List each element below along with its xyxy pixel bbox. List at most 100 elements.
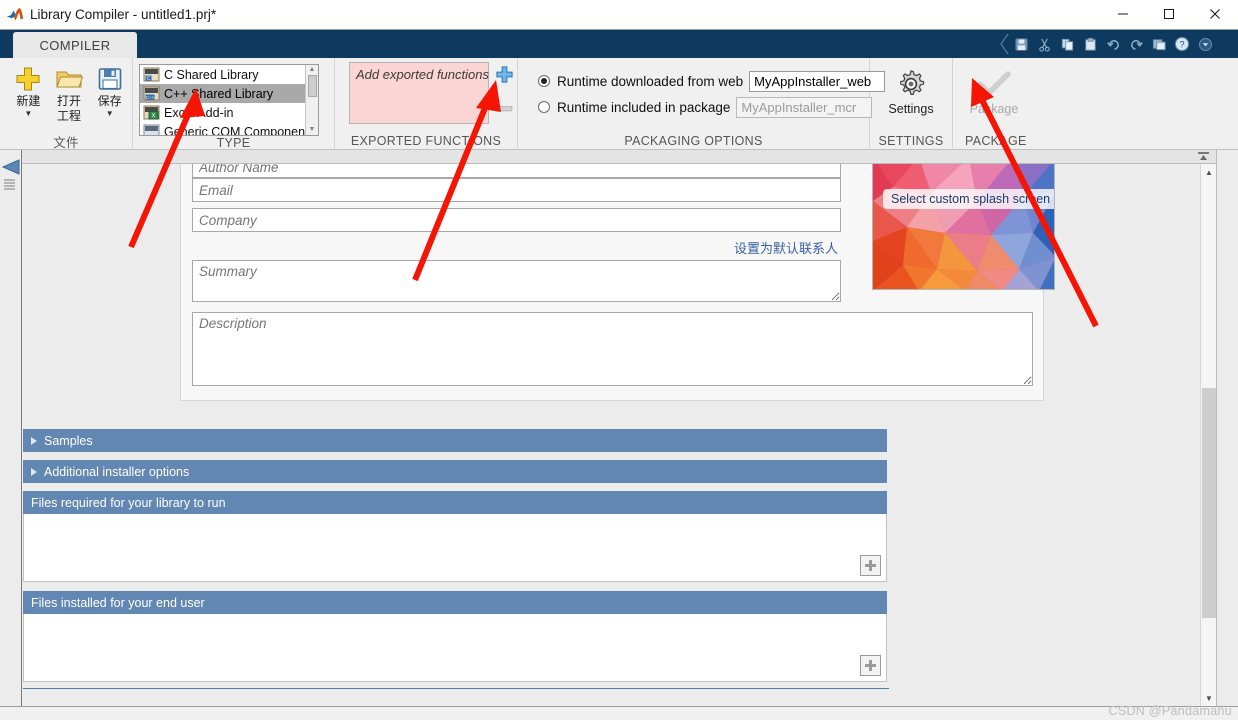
add-installed-file-button[interactable] [860, 655, 881, 676]
minimize-ribbon-icon[interactable] [1197, 151, 1210, 163]
library-information-card: 设置为默认联系人 [180, 164, 1055, 401]
ribbon-group-settings-label: SETTINGS [878, 134, 944, 148]
runtime-included-radio[interactable] [538, 101, 550, 113]
maximize-button[interactable] [1146, 0, 1192, 29]
collapse-panel-icon[interactable] [1, 158, 21, 176]
exported-functions-list[interactable]: Add exported functions [349, 62, 489, 124]
svg-text:C: C [147, 76, 151, 82]
cut-icon[interactable] [1033, 33, 1055, 55]
email-input[interactable] [192, 178, 841, 202]
save-icon[interactable] [1010, 33, 1032, 55]
paste-icon[interactable] [1079, 33, 1101, 55]
package-button-label: Package [969, 102, 1019, 116]
new-project-button[interactable]: 新建 ▼ [12, 62, 45, 118]
com-component-icon [143, 124, 160, 135]
section-divider [23, 688, 889, 689]
chevron-right-icon [31, 467, 37, 476]
runtime-web-option-row[interactable]: Runtime downloaded from web [538, 68, 886, 94]
scroll-up-icon[interactable]: ▲ [309, 66, 316, 74]
library-type-scrollbar[interactable]: ▲ ▼ [305, 65, 318, 135]
matlab-logo-icon [0, 0, 30, 30]
library-type-label: C++ Shared Library [164, 86, 274, 101]
title-bar: Library Compiler - untitled1.prj* [0, 0, 1238, 30]
author-name-input[interactable] [192, 164, 841, 178]
library-type-option-cpp[interactable]: C++ C++ Shared Library [140, 84, 305, 103]
qat-bracket-icon [1000, 33, 1009, 55]
help-icon[interactable]: ? [1171, 33, 1193, 55]
tab-compiler[interactable]: COMPILER [13, 32, 137, 58]
ribbon-group-type: C C Shared Library C++ C++ Shared Librar… [133, 58, 335, 150]
package-button[interactable]: Package [961, 62, 1027, 116]
chevron-down-icon[interactable]: ▼ [106, 109, 114, 118]
additional-installer-options-section-header[interactable]: Additional installer options [23, 460, 887, 483]
c-library-icon: C [143, 67, 160, 82]
close-button[interactable] [1192, 0, 1238, 29]
chevron-down-icon[interactable]: ▼ [24, 109, 32, 118]
content-scrollbar[interactable]: ▲ ▼ [1200, 164, 1216, 706]
copy-icon[interactable] [1056, 33, 1078, 55]
plus-icon [865, 660, 876, 671]
installer-mcr-name-input[interactable] [736, 96, 873, 118]
ribbon-group-package: Package PACKAGE [953, 58, 1238, 150]
ribbon-group-packaging-options-label: PACKAGING OPTIONS [624, 134, 763, 148]
files-installed-section-header: Files installed for your end user [23, 591, 887, 614]
dropdown-icon[interactable] [1194, 33, 1216, 55]
company-input[interactable] [192, 208, 841, 232]
scroll-thumb[interactable] [307, 75, 317, 97]
files-required-list[interactable] [23, 514, 887, 582]
minimize-button[interactable] [1100, 0, 1146, 29]
runtime-web-radio[interactable] [538, 75, 550, 87]
add-required-file-button[interactable] [860, 555, 881, 576]
set-default-contact-link[interactable]: 设置为默认联系人 [734, 238, 838, 257]
library-settings-panel: 设置为默认联系人 [23, 164, 1200, 706]
exported-functions-placeholder: Add exported functions [356, 67, 489, 82]
select-splash-screen-button[interactable]: Select custom splash screen [883, 189, 1054, 209]
installer-web-name-input[interactable] [749, 70, 886, 92]
redo-icon[interactable] [1125, 33, 1147, 55]
open-project-label-2: 工程 [57, 109, 82, 123]
scroll-down-icon[interactable]: ▼ [309, 126, 316, 134]
scrollbar-thumb[interactable] [1202, 388, 1216, 618]
window-layout-icon[interactable] [1148, 33, 1170, 55]
new-project-label: 新建 [16, 94, 41, 108]
plus-icon [14, 64, 42, 94]
ribbon: 新建 ▼ 打开 工程 保存 ▼ 文件 C C Shared Library C+… [0, 58, 1238, 150]
samples-section-title: Samples [44, 433, 93, 448]
ribbon-group-exported-functions-label: EXPORTED FUNCTIONS [350, 134, 502, 148]
ribbon-group-file-label: 文件 [53, 135, 79, 150]
files-required-section-header: Files required for your library to run [23, 491, 887, 514]
plus-icon [495, 65, 513, 83]
scroll-up-icon[interactable]: ▲ [1201, 164, 1216, 180]
folder-icon [55, 64, 83, 94]
gear-icon [900, 70, 925, 95]
ribbon-group-settings: Settings SETTINGS [870, 58, 953, 150]
open-project-button[interactable]: 打开 工程 [53, 62, 86, 124]
chevron-right-icon [31, 436, 37, 445]
workspace: 设置为默认联系人 [0, 150, 1238, 720]
library-type-option-c[interactable]: C C Shared Library [140, 65, 305, 84]
runtime-included-option-row[interactable]: Runtime included in package [538, 94, 885, 120]
remove-function-button[interactable] [493, 98, 515, 118]
library-type-option-com[interactable]: Generic COM Component [140, 122, 305, 135]
files-installed-list[interactable] [23, 614, 887, 682]
content-area: 设置为默认联系人 [23, 164, 1216, 706]
library-type-option-excel[interactable]: X Excel Add-in [140, 103, 305, 122]
files-installed-section-title: Files installed for your end user [31, 595, 205, 610]
summary-input[interactable] [192, 260, 841, 302]
settings-button[interactable]: Settings [878, 62, 944, 116]
undo-icon[interactable] [1102, 33, 1124, 55]
right-rail [1216, 150, 1238, 706]
splash-lowpoly-graphic [873, 164, 1054, 289]
save-project-button[interactable]: 保存 ▼ [93, 62, 126, 118]
samples-section-header[interactable]: Samples [23, 429, 887, 452]
add-function-button[interactable] [493, 64, 515, 84]
runtime-included-label: Runtime included in package [557, 99, 731, 115]
description-input[interactable] [192, 312, 1033, 386]
top-rail [22, 150, 1216, 164]
save-project-label: 保存 [97, 94, 122, 108]
floppy-icon [97, 64, 123, 94]
panel-handle-icon[interactable] [4, 178, 15, 192]
splash-screen-preview[interactable]: Select custom splash screen [872, 164, 1055, 290]
library-type-list[interactable]: C C Shared Library C++ C++ Shared Librar… [139, 64, 319, 136]
plus-icon [865, 560, 876, 571]
